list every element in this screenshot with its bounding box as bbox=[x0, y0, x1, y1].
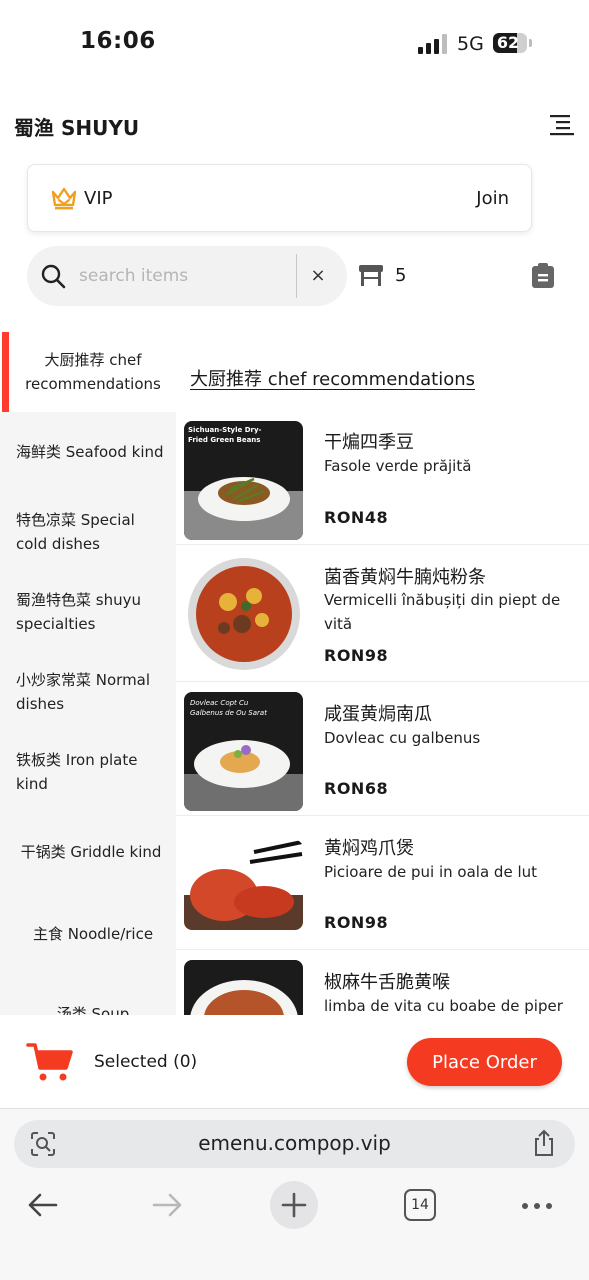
browser-toolbar: emenu.compop.vip 14 bbox=[0, 1109, 589, 1280]
search-icon bbox=[41, 264, 66, 289]
search-divider bbox=[296, 254, 297, 298]
dish-price: RON68 bbox=[324, 779, 389, 798]
dish-name: 菌香黄焖牛腩炖粉条 bbox=[324, 567, 486, 588]
category-label: 小炒家常菜 Normal dishes bbox=[16, 671, 151, 713]
crown-icon bbox=[51, 187, 77, 210]
restaurant-title: 蜀渔 SHUYU bbox=[14, 116, 140, 140]
dish-item[interactable]: Dovleac Copt Cu Galbenus de Ou Sarat 咸蛋黄… bbox=[176, 682, 589, 816]
category-label: 海鲜类 Seafood kind bbox=[16, 443, 164, 461]
forward-arrow-icon[interactable] bbox=[150, 1191, 184, 1219]
url-text: emenu.compop.vip bbox=[198, 1131, 391, 1155]
dish-description: Fasole verde prăjită bbox=[324, 457, 472, 475]
place-order-button[interactable]: Place Order bbox=[407, 1038, 562, 1086]
vip-card[interactable]: VIP Join bbox=[27, 164, 532, 232]
tabs-button[interactable]: 14 bbox=[404, 1189, 436, 1221]
dish-name: 黄焖鸡爪煲 bbox=[324, 838, 414, 859]
dish-item[interactable]: 菌香黄焖牛腩炖粉条 Vermicelli înăbușiți din piept… bbox=[176, 545, 589, 682]
category-item-shuyu-specialties[interactable]: 蜀渔特色菜 shuyu specialties bbox=[0, 572, 176, 652]
category-label: 蜀渔特色菜 shuyu specialties bbox=[16, 591, 141, 633]
category-item-iron-plate[interactable]: 铁板类 Iron plate kind bbox=[0, 732, 176, 812]
cart-icon[interactable] bbox=[26, 1042, 74, 1082]
dish-description: limba de vita cu boabe de piper bbox=[324, 997, 563, 1015]
dish-image: Dovleac Copt Cu Galbenus de Ou Sarat bbox=[184, 692, 303, 811]
dish-description: Picioare de pui in oala de lut bbox=[324, 863, 537, 881]
dish-image: Sichuan-Style Dry-Fried Green Beans bbox=[184, 421, 303, 540]
table-icon bbox=[359, 265, 383, 286]
active-indicator bbox=[2, 332, 9, 412]
dish-item[interactable]: 椒麻牛舌脆黄喉 limba de vita cu boabe de piper bbox=[176, 950, 589, 1015]
category-sidebar: 大厨推荐 chef recommendations 海鲜类 Seafood ki… bbox=[0, 332, 176, 1015]
more-icon[interactable] bbox=[520, 1201, 554, 1211]
back-arrow-icon[interactable] bbox=[26, 1191, 60, 1219]
category-item-noodle-rice[interactable]: 主食 Noodle/rice bbox=[0, 892, 176, 972]
share-icon[interactable] bbox=[531, 1129, 557, 1157]
search-input[interactable] bbox=[79, 260, 289, 292]
menu-icon[interactable] bbox=[548, 113, 576, 137]
join-button[interactable]: Join bbox=[476, 188, 509, 209]
status-time: 16:06 bbox=[80, 28, 156, 54]
clear-icon[interactable]: × bbox=[305, 263, 331, 289]
signal-icon bbox=[418, 34, 447, 54]
battery-icon: 62 bbox=[493, 33, 519, 53]
dish-image bbox=[184, 960, 303, 1015]
dish-price: RON98 bbox=[324, 646, 389, 665]
dish-image bbox=[184, 840, 303, 930]
category-item-chef-recommendations[interactable]: 大厨推荐 chef recommendations bbox=[0, 332, 176, 412]
table-number: 5 bbox=[395, 265, 407, 286]
dish-name: 干煸四季豆 bbox=[324, 432, 414, 453]
section-title: 大厨推荐 chef recommendations bbox=[190, 369, 476, 390]
battery-level: 62 bbox=[496, 33, 520, 52]
dish-item[interactable]: Sichuan-Style Dry-Fried Green Beans 干煸四季… bbox=[176, 410, 589, 545]
new-tab-button[interactable] bbox=[270, 1181, 318, 1229]
selected-count: Selected (0) bbox=[94, 1052, 198, 1072]
dish-price: RON98 bbox=[324, 913, 389, 932]
category-label: 主食 Noodle/rice bbox=[32, 925, 154, 943]
category-label: 大厨推荐 chef recommendations bbox=[25, 351, 161, 393]
network-label: 5G bbox=[457, 33, 484, 55]
category-item-cold-dishes[interactable]: 特色凉菜 Special cold dishes bbox=[0, 492, 176, 572]
category-item-soup[interactable]: 汤类 Soup bbox=[0, 972, 176, 1015]
dish-name: 椒麻牛舌脆黄喉 bbox=[324, 972, 450, 993]
cart-bar: Selected (0) Place Order bbox=[0, 1015, 589, 1109]
dish-description: Vermicelli înăbușiți din piept de vită bbox=[324, 591, 561, 633]
dish-name: 咸蛋黄焗南瓜 bbox=[324, 704, 432, 725]
category-label: 特色凉菜 Special cold dishes bbox=[16, 511, 135, 553]
category-label: 干锅类 Griddle kind bbox=[20, 843, 162, 861]
category-label: 铁板类 Iron plate kind bbox=[16, 751, 138, 793]
category-item-griddle[interactable]: 干锅类 Griddle kind bbox=[0, 812, 176, 892]
dish-price: RON48 bbox=[324, 508, 389, 527]
dish-image bbox=[184, 554, 303, 673]
dish-item[interactable]: 黄焖鸡爪煲 Picioare de pui in oala de lut RON… bbox=[176, 816, 589, 950]
category-item-seafood[interactable]: 海鲜类 Seafood kind bbox=[0, 412, 176, 492]
order-list-icon[interactable] bbox=[530, 263, 556, 289]
dish-description: Dovleac cu galbenus bbox=[324, 729, 481, 747]
category-item-normal-dishes[interactable]: 小炒家常菜 Normal dishes bbox=[0, 652, 176, 732]
battery-tip bbox=[529, 39, 532, 47]
plus-icon bbox=[281, 1192, 307, 1218]
search-box: × bbox=[27, 246, 347, 306]
address-bar[interactable]: emenu.compop.vip bbox=[14, 1120, 575, 1168]
vip-label: VIP bbox=[84, 188, 113, 209]
category-label: 汤类 Soup bbox=[56, 1005, 130, 1015]
